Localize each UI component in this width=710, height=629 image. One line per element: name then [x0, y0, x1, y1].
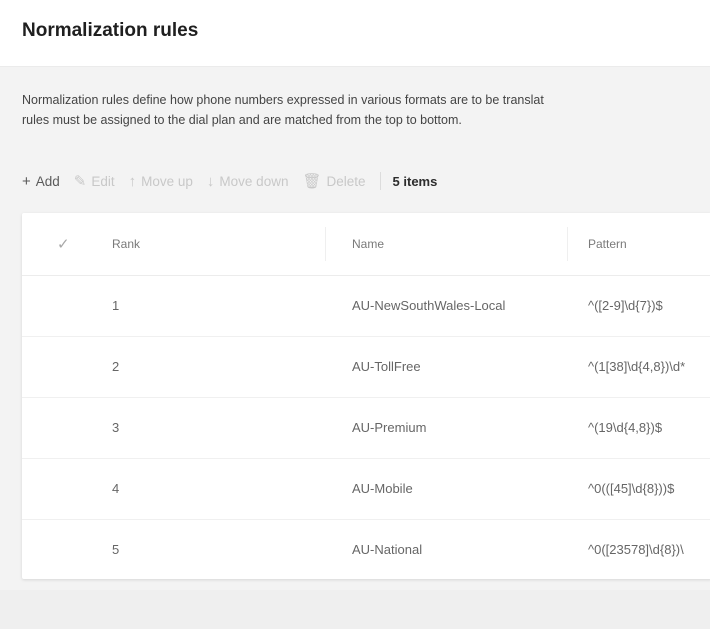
add-label: Add [35, 173, 60, 189]
row-checkbox[interactable] [57, 397, 87, 458]
move-down-label: Move down [219, 173, 289, 189]
arrow-up-icon: ↑ [128, 172, 137, 190]
checkmark-icon: ✓ [57, 236, 70, 253]
description: Normalization rules define how phone num… [22, 90, 710, 130]
row-rank: 3 [112, 420, 120, 435]
row-name: AU-TollFree [352, 359, 421, 374]
table-row[interactable]: 4 AU-Mobile ^0(([45]\d{8}))$ [22, 458, 710, 520]
table-row[interactable]: 3 AU-Premium ^(19\d{4,8})$ [22, 397, 710, 459]
move-down-button[interactable]: ↓ Move down [207, 173, 289, 190]
row-checkbox[interactable] [57, 336, 87, 397]
row-pattern: ^0([23578]\d{8})\ [588, 542, 684, 557]
column-divider [567, 227, 568, 261]
row-rank: 5 [112, 542, 120, 557]
move-up-button[interactable]: ↑ Move up [129, 173, 193, 190]
row-name: AU-NewSouthWales-Local [352, 298, 506, 313]
pencil-icon: ✎ [73, 173, 87, 190]
footer-area [0, 590, 710, 629]
row-checkbox[interactable] [57, 458, 87, 519]
row-pattern: ^(1[38]\d{4,8})\d* [588, 359, 686, 374]
row-rank: 2 [112, 359, 120, 374]
row-checkbox[interactable] [57, 519, 87, 579]
row-pattern: ^(19\d{4,8})$ [588, 420, 663, 435]
edit-button[interactable]: ✎ Edit [74, 172, 115, 190]
row-pattern: ^0(([45]\d{8}))$ [588, 481, 675, 496]
table-row[interactable]: 2 AU-TollFree ^(1[38]\d{4,8})\d* [22, 336, 710, 398]
description-line-1: Normalization rules define how phone num… [22, 93, 544, 107]
page-title: Normalization rules [22, 20, 199, 41]
add-button[interactable]: + Add [22, 173, 60, 190]
trash-icon: 🗑 [302, 173, 322, 190]
column-header-pattern[interactable]: Pattern [588, 213, 710, 275]
delete-button[interactable]: 🗑 Delete [302, 172, 365, 190]
row-checkbox[interactable] [57, 275, 87, 336]
move-up-label: Move up [141, 173, 193, 189]
delete-label: Delete [326, 173, 366, 189]
item-count: 5 items [392, 173, 438, 189]
plus-icon: + [22, 172, 31, 190]
row-rank: 4 [112, 481, 120, 496]
select-all-checkbox[interactable]: ✓ [57, 213, 87, 275]
table-row[interactable]: 1 AU-NewSouthWales-Local ^([2-9]\d{7})$ [22, 275, 710, 337]
row-name: AU-National [352, 542, 423, 557]
row-pattern: ^([2-9]\d{7})$ [588, 298, 663, 313]
toolbar: + Add ✎ Edit ↑ Move up ↓ Move down 🗑 Del… [22, 166, 702, 196]
row-name: AU-Mobile [352, 481, 413, 496]
column-header-name[interactable]: Name [352, 213, 577, 275]
row-rank: 1 [112, 298, 120, 313]
row-name: AU-Premium [352, 420, 427, 435]
column-header-rank[interactable]: Rank [112, 213, 312, 275]
toolbar-divider [379, 172, 381, 190]
title-bar: Normalization rules [0, 0, 710, 67]
table-header: ✓ Rank Name Pattern [22, 213, 710, 276]
description-line-2: rules must be assigned to the dial plan … [22, 113, 462, 127]
table-row[interactable]: 5 AU-National ^0([23578]\d{8})\ [22, 519, 710, 579]
arrow-down-icon: ↓ [206, 172, 215, 190]
rules-table: ✓ Rank Name Pattern 1 AU-NewSouthWales-L… [22, 213, 710, 579]
column-divider [325, 227, 326, 261]
edit-label: Edit [91, 173, 115, 189]
